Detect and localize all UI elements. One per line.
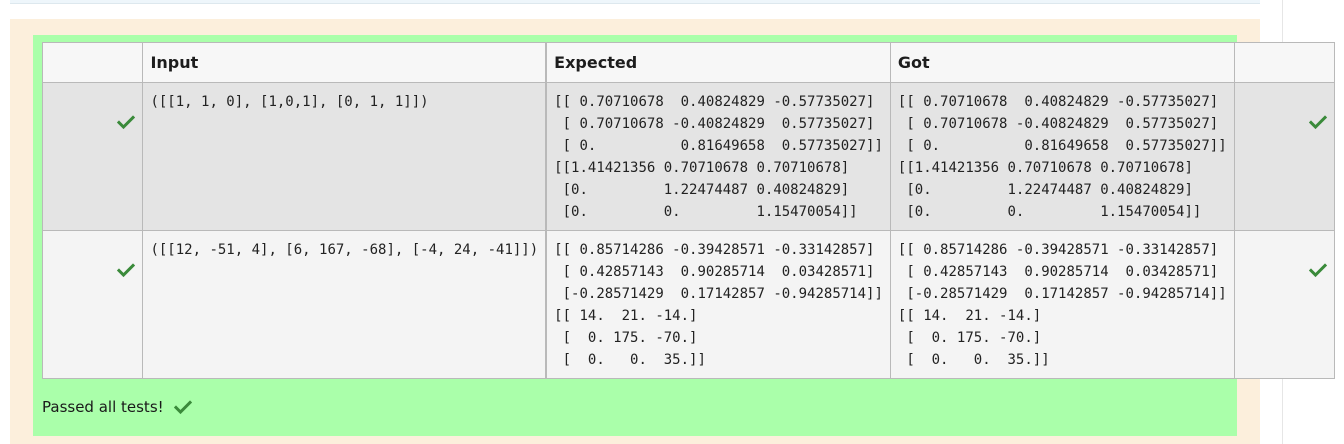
- table-row: ([[12, -51, 4], [6, 167, -68], [-4, 24, …: [41, 230, 1336, 379]
- header-result-cell: [1233, 42, 1336, 83]
- header-got: Got: [889, 42, 1235, 83]
- got-cell: [[ 0.85714286 -0.39428571 -0.33142857] […: [889, 230, 1235, 379]
- header-input: Input: [142, 42, 547, 83]
- expected-cell: [[ 0.85714286 -0.39428571 -0.33142857] […: [545, 230, 891, 379]
- table-row: ([[1, 1, 0], [1,0,1], [0, 1, 1]]) [[ 0.7…: [41, 82, 1336, 231]
- row-status-cell: [41, 230, 144, 379]
- previous-section-edge: [10, 0, 1260, 4]
- header-expected: Expected: [545, 42, 891, 83]
- check-icon: [117, 115, 136, 130]
- row-result-cell: [1233, 82, 1336, 231]
- passed-summary: Passed all tests!: [42, 398, 192, 416]
- got-cell: [[ 0.70710678 0.40824829 -0.57735027] [ …: [889, 82, 1235, 231]
- test-results-table: Input Expected Got ([[1, 1, 0], [1,0,1],…: [41, 42, 1336, 379]
- passed-summary-text: Passed all tests!: [42, 398, 164, 416]
- input-cell: ([[12, -51, 4], [6, 167, -68], [-4, 24, …: [142, 230, 547, 379]
- table-header-row: Input Expected Got: [41, 42, 1336, 83]
- row-status-cell: [41, 82, 144, 231]
- row-result-cell: [1233, 230, 1336, 379]
- check-icon: [1309, 263, 1328, 278]
- input-cell: ([[1, 1, 0], [1,0,1], [0, 1, 1]]): [142, 82, 547, 231]
- check-icon: [117, 263, 136, 278]
- header-status-cell: [41, 42, 144, 83]
- expected-cell: [[ 0.70710678 0.40824829 -0.57735027] [ …: [545, 82, 891, 231]
- check-icon: [173, 400, 192, 415]
- check-icon: [1309, 115, 1328, 130]
